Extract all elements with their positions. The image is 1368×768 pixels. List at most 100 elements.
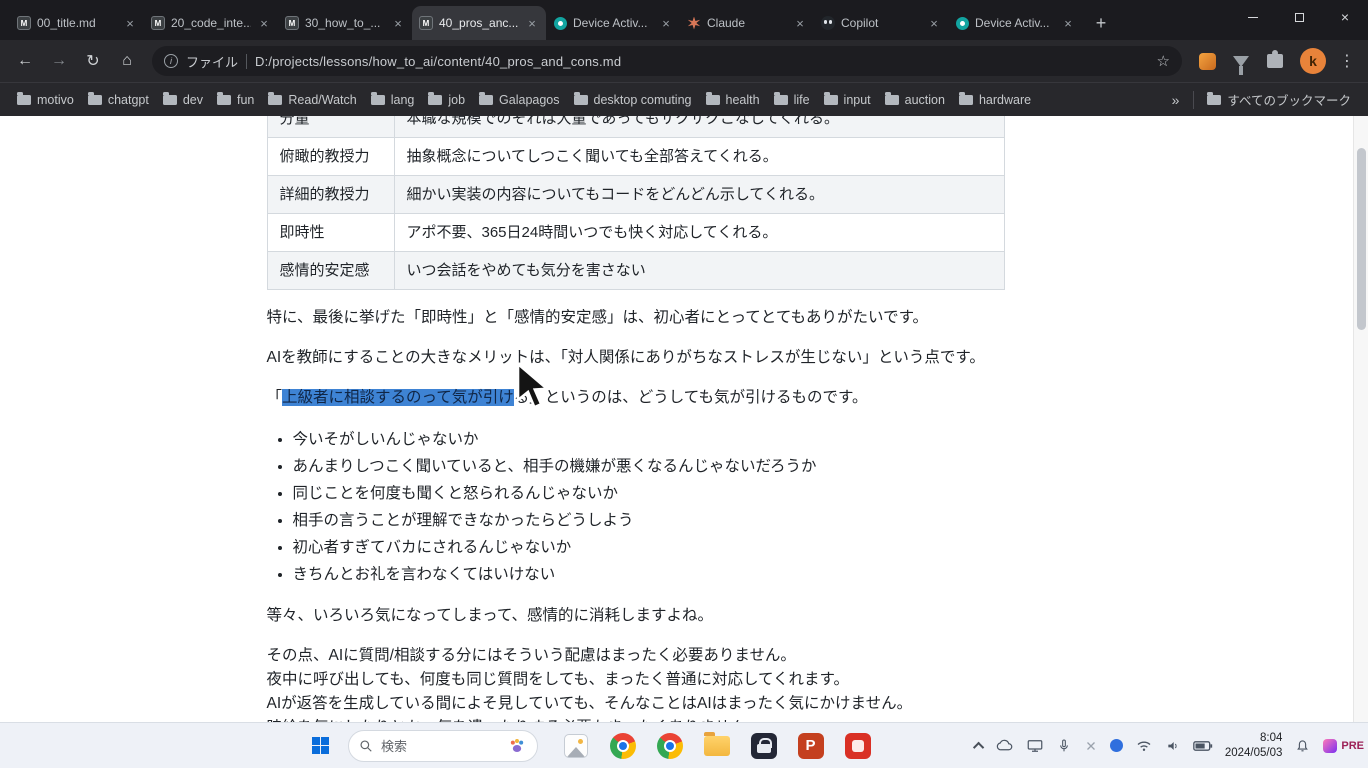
minimize-icon xyxy=(1248,17,1258,18)
folder-icon xyxy=(217,95,231,105)
bookmark-label: dev xyxy=(183,93,203,107)
bookmark-folder-health[interactable]: health xyxy=(699,90,767,110)
folder-icon xyxy=(824,95,838,105)
bookmark-folder-read-watch[interactable]: Read/Watch xyxy=(261,90,363,110)
markdown-body: 分量 本職な規模でのそれは大量であってもサクサクこなしてくれる。 俯瞰的教授力 … xyxy=(267,116,1112,722)
paragraph-ai-teacher-merit: AIを教師にすることの大きなメリットは、「対人関係にありがちなストレスが生じない… xyxy=(267,346,1112,370)
tab-title: 00_title.md xyxy=(37,16,117,30)
bookmark-folder-job[interactable]: job xyxy=(421,90,472,110)
bookmark-label: life xyxy=(794,93,810,107)
folder-icon xyxy=(574,95,588,105)
minimize-button[interactable] xyxy=(1230,0,1276,34)
tab-close-icon[interactable]: × xyxy=(391,16,405,31)
bookmark-folder-lang[interactable]: lang xyxy=(364,90,422,110)
url-scheme-chip: ファイル xyxy=(186,52,238,71)
tab-close-icon[interactable]: × xyxy=(123,16,137,31)
table-row: 詳細的教授力 細かい実装の内容についてもコードをどんどん示してくれる。 xyxy=(267,176,1004,214)
p-letter-icon: P xyxy=(798,733,824,759)
bookmark-folder-auction[interactable]: auction xyxy=(878,90,952,110)
bookmark-folder-life[interactable]: life xyxy=(767,90,817,110)
bookmark-folder-galapagos[interactable]: Galapagos xyxy=(472,90,566,110)
tab-40-pros-and-cons-active[interactable]: M 40_pros_anc... × xyxy=(412,6,546,40)
markdown-file-icon: M xyxy=(285,16,299,30)
tab-close-icon[interactable]: × xyxy=(1061,16,1075,31)
taskbar-search-box[interactable]: 検索 xyxy=(348,730,538,762)
bookmark-label: auction xyxy=(905,93,945,107)
bookmark-folder-desktop-comuting[interactable]: desktop comuting xyxy=(567,90,699,110)
bookmark-folder-chatgpt[interactable]: chatgpt xyxy=(81,90,156,110)
tab-close-icon[interactable]: × xyxy=(793,16,807,31)
extensions-puzzle-icon[interactable] xyxy=(1264,50,1286,72)
reload-button[interactable]: ↻ xyxy=(78,46,108,76)
table-cell-text: アポ不要、365日24時間いつでも快く対応してくれる。 xyxy=(394,214,1004,252)
browser-menu-icon[interactable]: ⋮ xyxy=(1336,51,1358,71)
copilot-icon xyxy=(821,16,835,30)
paragraph-ai-no-concern: その点、AIに質問/相談する分にはそういう配慮はまったく必要ありません。 夜中に… xyxy=(267,644,1112,722)
bookmark-label: desktop comuting xyxy=(594,93,692,107)
bookmark-folder-motivo[interactable]: motivo xyxy=(10,90,81,110)
url-text[interactable]: D:/projects/lessons/how_to_ai/content/40… xyxy=(255,54,1149,69)
chrome-icon xyxy=(610,733,636,759)
tab-20-code[interactable]: M 20_code_inte... × xyxy=(144,6,278,40)
tab-00-title[interactable]: M 00_title.md × xyxy=(10,6,144,40)
worry-list: 今いそがしいんじゃないか あんまりしつこく聞いていると、相手の機嫌が悪くなるんじ… xyxy=(267,426,1112,588)
extension-funnel-icon[interactable] xyxy=(1230,50,1252,72)
blue-status-icon[interactable] xyxy=(1110,739,1123,752)
chrome-app-icon[interactable] xyxy=(609,732,636,759)
tray-overflow-chevron-icon[interactable] xyxy=(973,741,984,752)
tab-close-icon[interactable]: × xyxy=(525,16,539,31)
selected-text: 上級者に相談するのって気が引け xyxy=(282,389,514,406)
chrome-profile2-app-icon[interactable] xyxy=(656,732,683,759)
wifi-icon[interactable] xyxy=(1135,737,1153,755)
back-button[interactable]: ← xyxy=(10,46,40,76)
page-info-icon[interactable]: i xyxy=(164,54,178,68)
list-item: 相手の言うことが理解できなかったらどうしよう xyxy=(293,507,1112,534)
red-app-icon[interactable] xyxy=(844,732,871,759)
bookmark-star-icon[interactable]: ☆ xyxy=(1157,52,1170,70)
security-app-icon[interactable] xyxy=(750,732,777,759)
start-button[interactable] xyxy=(300,726,340,766)
p-app-icon[interactable]: P xyxy=(797,732,824,759)
folder-icon xyxy=(774,95,788,105)
taskbar-clock[interactable]: 8:04 2024/05/03 xyxy=(1225,731,1283,761)
tab-close-icon[interactable]: × xyxy=(257,16,271,31)
image-viewer-app-icon[interactable] xyxy=(562,732,589,759)
volume-icon[interactable] xyxy=(1165,738,1181,754)
tab-close-icon[interactable]: × xyxy=(659,16,673,31)
bookmark-folder-dev[interactable]: dev xyxy=(156,90,210,110)
table-cell-text: 本職な規模でのそれは大量であってもサクサクこなしてくれる。 xyxy=(394,116,1004,138)
disconnected-x-icon[interactable] xyxy=(1084,739,1098,753)
close-window-button[interactable]: × xyxy=(1322,0,1368,34)
tab-claude[interactable]: Claude × xyxy=(680,6,814,40)
notification-bell-icon[interactable] xyxy=(1294,737,1311,754)
bookmarks-overflow-chevron[interactable]: » xyxy=(1164,92,1188,108)
tab-copilot[interactable]: Copilot × xyxy=(814,6,948,40)
folder-icon xyxy=(885,95,899,105)
bookmark-folder-fun[interactable]: fun xyxy=(210,90,261,110)
folder-icon xyxy=(1207,95,1221,105)
tab-device-activity-1[interactable]: Device Activ... × xyxy=(546,6,680,40)
tab-device-activity-2[interactable]: Device Activ... × xyxy=(948,6,1082,40)
scrollbar-thumb[interactable] xyxy=(1357,148,1366,330)
all-bookmarks-button[interactable]: すべてのブックマーク xyxy=(1200,87,1358,112)
bookmark-folder-input[interactable]: input xyxy=(817,90,878,110)
maximize-button[interactable] xyxy=(1276,0,1322,34)
tab-close-icon[interactable]: × xyxy=(927,16,941,31)
table-row: 俯瞰的教授力 抽象概念についてしつこく聞いても全部答えてくれる。 xyxy=(267,138,1004,176)
home-button[interactable]: ⌂ xyxy=(112,46,142,76)
bookmark-folder-hardware[interactable]: hardware xyxy=(952,90,1038,110)
extension-orange-icon[interactable] xyxy=(1196,50,1218,72)
file-explorer-app-icon[interactable] xyxy=(703,732,730,759)
onedrive-cloud-icon[interactable] xyxy=(996,737,1014,755)
microphone-icon[interactable] xyxy=(1056,738,1072,754)
profile-avatar[interactable]: k xyxy=(1300,48,1326,74)
tab-30-how-to[interactable]: M 30_how_to_... × xyxy=(278,6,412,40)
forward-button[interactable]: → xyxy=(44,46,74,76)
new-tab-button[interactable]: + xyxy=(1088,10,1114,36)
battery-icon[interactable] xyxy=(1193,739,1213,753)
vertical-scrollbar[interactable] xyxy=(1353,116,1368,722)
address-bar[interactable]: i ファイル D:/projects/lessons/how_to_ai/con… xyxy=(152,46,1182,76)
tab-title: Device Activ... xyxy=(573,16,653,30)
display-icon[interactable] xyxy=(1026,737,1044,755)
bookmarks-divider xyxy=(1193,91,1194,109)
